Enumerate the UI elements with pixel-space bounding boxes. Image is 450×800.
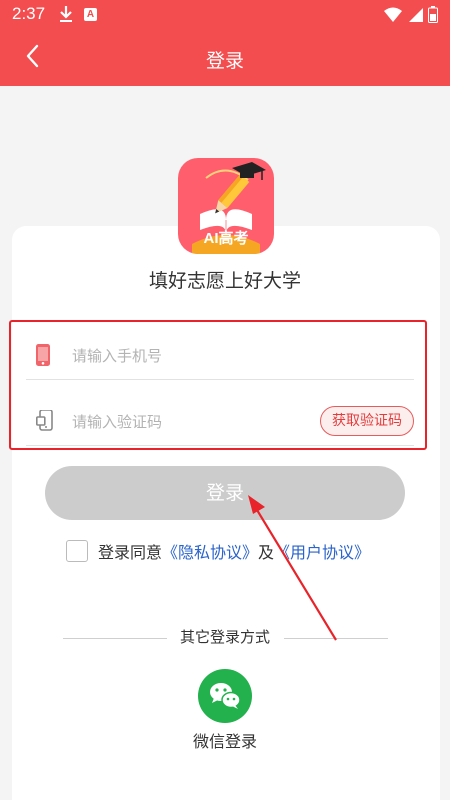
verification-code-input[interactable]: 请输入验证码 [72,411,162,432]
phone-icon [36,344,50,370]
agreement-prefix: 登录同意 [98,543,163,562]
privacy-policy-link[interactable]: 《隐私协议》 [162,539,258,563]
battery-icon [428,6,438,27]
phone-field[interactable]: 请输入手机号 [26,332,414,380]
get-code-button[interactable]: 获取验证码 [320,406,414,436]
wechat-login-label: 微信登录 [192,732,257,751]
code-phone-icon [36,409,54,436]
notification-badge: A [84,8,97,21]
status-time: 2:37 [12,4,46,23]
page-title: 登录 [205,50,244,72]
status-icons [384,6,438,27]
other-login-label: 其它登录方式 [179,628,270,646]
agreement-row: 登录同意 《隐私协议》 及 《用户协议》 [66,538,370,564]
user-agreement-link[interactable]: 《用户协议》 [274,539,370,563]
app-slogan: 填好志愿上好大学 [148,270,301,292]
wechat-login-button[interactable] [198,669,252,723]
phone-input[interactable]: 请输入手机号 [72,345,162,366]
app-logo: AI高考 [178,158,274,254]
status-bar: 2:37 A [0,0,450,30]
signal-icon [407,7,423,27]
download-icon [58,5,74,27]
nav-bar: 登录 [0,30,450,86]
login-button[interactable]: 登录 [45,466,405,520]
wechat-icon [210,683,241,709]
agreement-checkbox[interactable] [66,540,88,562]
wifi-icon [384,7,402,27]
logo-text: AI高考 [203,230,249,247]
verification-code-field[interactable]: 请输入验证码 获取验证码 [26,398,414,446]
agreement-conjunction: 及 [258,543,275,562]
